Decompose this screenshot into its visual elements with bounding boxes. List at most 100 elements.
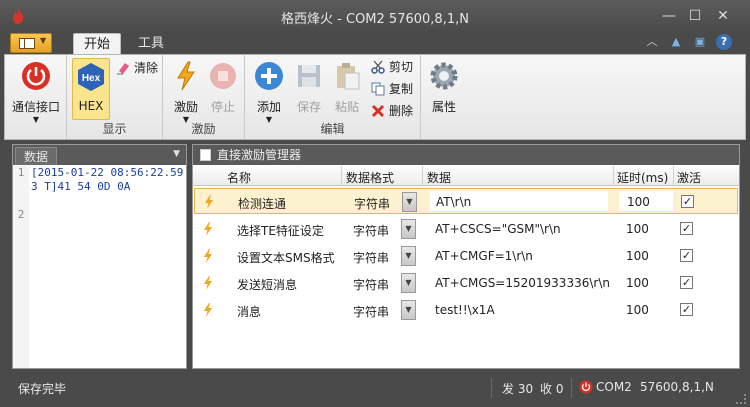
close-button[interactable]: ✕ [712,6,734,26]
format-dropdown-button[interactable]: ▼ [401,219,416,239]
manager-header: 直接激励管理器 [193,145,739,165]
row-name: 设置文本SMS格式 [237,251,335,265]
application-menu-button[interactable]: ▼ [10,33,52,53]
row-format[interactable]: 字符串 [354,195,390,212]
active-checkbox[interactable]: ✓ [680,222,693,235]
row-delay[interactable]: 100 [626,276,649,290]
delete-button[interactable]: 删除 [369,102,413,120]
copy-button[interactable]: 复制 [369,80,413,98]
stop-button[interactable]: 停止 [205,58,241,118]
resize-grip[interactable] [736,394,746,404]
paste-button[interactable]: 粘贴 [329,58,365,118]
row-delay[interactable]: 100 [626,249,649,263]
hex-button[interactable]: Hex HEX [72,58,110,120]
column-header-active[interactable]: 激活 [677,169,701,186]
floppy-disk-icon [298,65,320,87]
lightning-icon [204,249,212,263]
minimize-button[interactable]: — [658,6,680,26]
row-data[interactable]: AT+CMGF=1\r\n [435,249,533,263]
save-label: 保存 [296,100,321,114]
column-header-delay[interactable]: 延时(ms) [617,169,668,186]
column-header-data[interactable]: 数据 [427,169,451,186]
row-name: 选择TE特征设定 [237,224,324,238]
properties-label: 属性 [431,100,456,114]
excite-manager-pane: 直接激励管理器 名称 数据格式 数据 延时(ms) 激活 检测连通 字符串 ▼ … [192,144,740,369]
cut-button[interactable]: 剪切 [369,58,413,76]
eraser-icon [117,63,129,75]
add-button[interactable]: 添加 ▼ [249,58,289,124]
tab-tools[interactable]: 工具 [128,33,174,54]
group-edit: 添加 ▼ 保存 粘贴 剪切 复制 删除 编辑 [245,55,421,139]
delete-label: 删除 [389,104,414,118]
lightning-icon [204,222,212,236]
data-line: [2015-01-22 08:56:22.593 T]41 54 0D 0A [31,166,184,193]
format-dropdown-button[interactable]: ▼ [401,273,416,293]
hex-label: HEX [78,99,104,113]
add-icon [255,62,283,90]
clear-label: 清除 [134,61,159,75]
row-format[interactable]: 字符串 [353,222,389,239]
table-row[interactable]: 发送短消息 字符串 ▼ AT+CMGS=15201933336\r\n 100 … [194,270,738,296]
connect-button[interactable]: 通信接口 ▼ [9,58,63,124]
row-name: 发送短消息 [237,278,298,292]
sent-count: 发 30 [502,382,534,396]
lightning-icon [205,195,213,209]
format-dropdown-button[interactable]: ▼ [401,246,416,266]
row-data[interactable]: test!!\x1A [435,303,495,317]
properties-button[interactable]: 属性 [425,58,463,118]
save-button[interactable]: 保存 [291,58,327,118]
active-checkbox[interactable]: ✓ [681,195,694,208]
group-display-label: 显示 [102,122,127,136]
help-icon[interactable]: ? [716,34,732,50]
table-row[interactable]: 检测连通 字符串 ▼ AT\r\n 100 ✓ [194,188,738,214]
column-header-name[interactable]: 名称 [227,169,251,186]
power-icon [22,62,50,90]
clear-button[interactable]: 清除 [114,59,158,77]
tab-start[interactable]: 开始 [73,33,122,54]
active-checkbox[interactable]: ✓ [680,303,693,316]
status-message: 保存完毕 [18,382,67,396]
data-pane-header: 数据 ▼ [13,145,186,165]
lightning-icon [204,276,212,290]
row-format[interactable]: 字符串 [353,276,389,293]
line-number-gutter: 1 2 [13,166,29,368]
window-layout-icon[interactable]: ▣ [692,34,708,50]
ribbon-quick-icons: ︿ ▲ ▣ ? [644,34,744,52]
stop-icon [210,63,236,89]
chevron-down-icon[interactable]: ▼ [173,149,180,159]
chevron-down-icon: ▼ [32,115,40,124]
copy-icon [371,82,385,96]
table-row[interactable]: 选择TE特征设定 字符串 ▼ AT+CSCS="GSM"\r\n 100 ✓ [194,216,738,242]
row-data[interactable]: AT+CSCS="GSM"\r\n [435,222,561,236]
row-data[interactable]: AT+CMGS=15201933336\r\n [435,276,610,290]
tab-data[interactable]: 数据 [15,147,58,165]
row-data[interactable]: AT\r\n [436,195,471,209]
row-format[interactable]: 字符串 [353,249,389,266]
excite-button[interactable]: 激励 ▼ [167,58,205,124]
maximize-button[interactable]: ☐ [684,6,706,26]
add-label: 添加 [256,100,281,114]
group-excite: 激励 ▼ 停止 激励 [163,55,245,139]
table-row[interactable]: 消息 字符串 ▼ test!!\x1A 100 ✓ [194,297,738,323]
column-header-format[interactable]: 数据格式 [346,169,394,186]
format-dropdown-button[interactable]: ▼ [402,192,417,212]
status-bar: 保存完毕 发 30 收 0 COM2 57600,8,1,N [0,374,750,407]
active-checkbox[interactable]: ✓ [680,249,693,262]
port-name: COM2 [596,380,632,394]
connect-label: 通信接口 [11,100,60,114]
row-delay[interactable]: 100 [626,222,649,236]
data-editor[interactable]: 1 2 [2015-01-22 08:56:22.593 T]41 54 0D … [13,166,186,368]
row-format[interactable]: 字符串 [353,303,389,320]
theme-shirt-icon[interactable]: ▲ [668,34,684,50]
collapse-ribbon-icon[interactable]: ︿ [644,34,660,50]
ribbon-tab-row: ▼ 开始 工具 ︿ ▲ ▣ ? [0,32,750,54]
row-delay[interactable]: 100 [626,303,649,317]
gear-icon [430,62,458,90]
cut-label: 剪切 [389,60,414,74]
format-dropdown-button[interactable]: ▼ [401,300,416,320]
table-row[interactable]: 设置文本SMS格式 字符串 ▼ AT+CMGF=1\r\n 100 ✓ [194,243,738,269]
active-checkbox[interactable]: ✓ [680,276,693,289]
row-delay[interactable]: 100 [627,195,650,209]
manager-title: 直接激励管理器 [217,148,302,162]
row-name: 检测连通 [238,197,287,211]
